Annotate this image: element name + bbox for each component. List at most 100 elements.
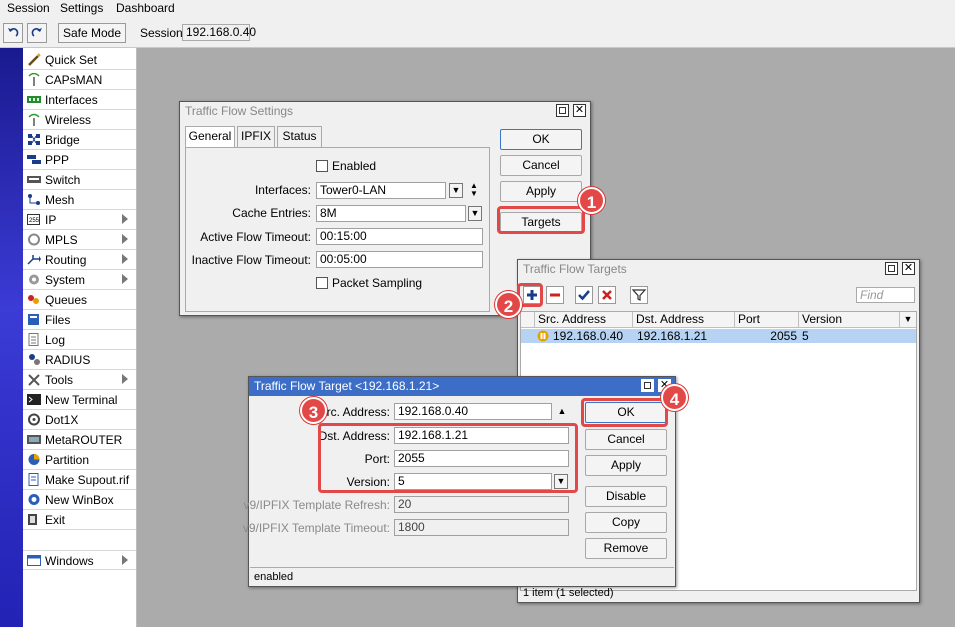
sidebar-item-new-winbox[interactable]: New WinBox: [23, 490, 136, 510]
submenu-arrow-icon: [122, 214, 128, 224]
cache-entries-dropdown-button[interactable]: ▼: [468, 206, 482, 221]
copy-button[interactable]: Copy: [585, 512, 667, 533]
menu-bar: Session Settings Dashboard: [0, 0, 955, 18]
terminal-icon: [27, 393, 41, 406]
tab-ipfix[interactable]: IPFIX: [237, 126, 275, 147]
inactive-flow-timeout-field[interactable]: 00:05:00: [316, 251, 483, 268]
sidebar-item-make-supout[interactable]: Make Supout.rif: [23, 470, 136, 490]
sidebar-item-log[interactable]: Log: [23, 330, 136, 350]
sidebar-item-partition[interactable]: Partition: [23, 450, 136, 470]
status-bar: enabled: [250, 567, 674, 586]
sidebar-item-quick-set[interactable]: Quick Set: [23, 50, 136, 70]
column-port[interactable]: Port: [735, 312, 799, 328]
sidebar-item-mpls[interactable]: MPLS: [23, 230, 136, 250]
sidebar-item-routing[interactable]: Routing: [23, 250, 136, 270]
up-arrow-icon: ▲: [557, 406, 567, 416]
sidebar-item-dot1x[interactable]: Dot1X: [23, 410, 136, 430]
apply-button[interactable]: Apply: [500, 181, 582, 202]
sidebar-item-label: Partition: [45, 453, 90, 467]
sidebar-item-tools[interactable]: Tools: [23, 370, 136, 390]
add-remove-arrows[interactable]: ▲ ▼: [469, 182, 479, 199]
enabled-checkbox[interactable]: [316, 160, 328, 172]
packet-sampling-checkbox[interactable]: [316, 277, 328, 289]
callout-badge-2: 2: [495, 291, 522, 318]
x-icon: [602, 290, 612, 300]
callout-badge-4: 4: [661, 384, 688, 411]
ppp-icon: [27, 153, 41, 166]
sidebar-item-wireless[interactable]: Wireless: [23, 110, 136, 130]
sidebar-item-ip[interactable]: 255 IP: [23, 210, 136, 230]
cache-entries-field[interactable]: 8M: [316, 205, 466, 222]
sidebar-item-new-terminal[interactable]: New Terminal: [23, 390, 136, 410]
active-flow-timeout-field[interactable]: 00:15:00: [316, 228, 483, 245]
sidebar-item-windows[interactable]: Windows: [23, 550, 136, 570]
targets-status-text: 1 item (1 selected): [523, 587, 614, 599]
apply-button[interactable]: Apply: [585, 455, 667, 476]
interfaces-field[interactable]: Tower0-LAN: [316, 182, 446, 199]
menu-session[interactable]: Session: [7, 1, 50, 15]
sidebar-item-metarouter[interactable]: MetaROUTER: [23, 430, 136, 450]
sidebar-item-radius[interactable]: RADIUS: [23, 350, 136, 370]
sidebar-item-system[interactable]: System: [23, 270, 136, 290]
window-title: Traffic Flow Targets: [518, 260, 919, 279]
menu-dashboard[interactable]: Dashboard: [116, 1, 175, 15]
winbox-icon: [27, 493, 41, 506]
svg-text:255: 255: [29, 218, 40, 224]
sidebar-item-queues[interactable]: Queues: [23, 290, 136, 310]
disable-button[interactable]: Disable: [585, 486, 667, 507]
sidebar-item-capsman[interactable]: CAPsMAN: [23, 70, 136, 90]
sidebar-item-label: Tools: [45, 373, 74, 387]
dropdown-icon: ▼: [903, 314, 913, 324]
src-address-label: Src. Address:: [318, 405, 390, 419]
cache-entries-label: Cache Entries:: [232, 206, 311, 220]
src-address-field[interactable]: 192.168.0.40: [394, 403, 552, 420]
sidebar-item-label: Switch: [45, 173, 81, 187]
cancel-button[interactable]: Cancel: [585, 429, 667, 450]
inactive-flow-timeout-label: Inactive Flow Timeout:: [191, 253, 311, 267]
sidebar: Quick Set CAPsMAN Interfaces Wireless Br…: [23, 48, 137, 627]
sidebar-item-label: Exit: [45, 513, 66, 527]
maximize-button[interactable]: [885, 262, 898, 275]
ok-button[interactable]: OK: [500, 129, 582, 150]
sidebar-item-mesh[interactable]: Mesh: [23, 190, 136, 210]
remove-button[interactable]: Remove: [585, 538, 667, 559]
submenu-arrow-icon: [122, 274, 128, 284]
close-button[interactable]: ✕: [902, 262, 915, 275]
safe-mode-button[interactable]: Safe Mode: [58, 23, 126, 43]
enable-button[interactable]: [575, 286, 593, 304]
filter-button[interactable]: [630, 286, 648, 304]
sidebar-item-label: Interfaces: [45, 93, 98, 107]
maximize-button[interactable]: [556, 104, 569, 117]
sidebar-item-label: IP: [45, 213, 57, 227]
find-input[interactable]: Find: [856, 287, 915, 303]
settings-tab-area: General IPFIX Status Enabled Interfaces:…: [185, 126, 490, 312]
menu-settings[interactable]: Settings: [60, 1, 103, 15]
sidebar-item-interfaces[interactable]: Interfaces: [23, 90, 136, 110]
cancel-button[interactable]: Cancel: [500, 155, 582, 176]
tab-status[interactable]: Status: [277, 126, 322, 147]
callout-highlight-ok: [581, 398, 668, 427]
column-version[interactable]: Version: [799, 312, 900, 328]
close-icon: ✕: [903, 262, 914, 274]
maximize-button[interactable]: [641, 379, 654, 392]
redo-button[interactable]: [27, 23, 47, 43]
column-src-address[interactable]: Src. Address: [535, 312, 633, 328]
undo-button[interactable]: [3, 23, 23, 43]
sidebar-item-bridge[interactable]: Bridge: [23, 130, 136, 150]
sidebar-item-files[interactable]: Files: [23, 310, 136, 330]
column-dst-address[interactable]: Dst. Address: [633, 312, 735, 328]
close-button[interactable]: ✕: [573, 104, 586, 117]
sidebar-item-exit[interactable]: Exit: [23, 510, 136, 530]
interfaces-dropdown-button[interactable]: ▼: [449, 183, 463, 198]
tab-general[interactable]: General: [185, 126, 235, 148]
remove-button[interactable]: [546, 286, 564, 304]
column-chooser-button[interactable]: ▼: [900, 312, 916, 328]
sidebar-item-label: RADIUS: [45, 353, 91, 367]
wireless-icon: [27, 113, 41, 126]
table-row[interactable]: 192.168.0.40 192.168.1.21 2055 5: [521, 329, 916, 343]
sidebar-item-ppp[interactable]: PPP: [23, 150, 136, 170]
disable-button[interactable]: [598, 286, 616, 304]
sidebar-item-switch[interactable]: Switch: [23, 170, 136, 190]
src-address-collapse-button[interactable]: ▲: [555, 404, 569, 419]
mpls-icon: [27, 233, 41, 246]
